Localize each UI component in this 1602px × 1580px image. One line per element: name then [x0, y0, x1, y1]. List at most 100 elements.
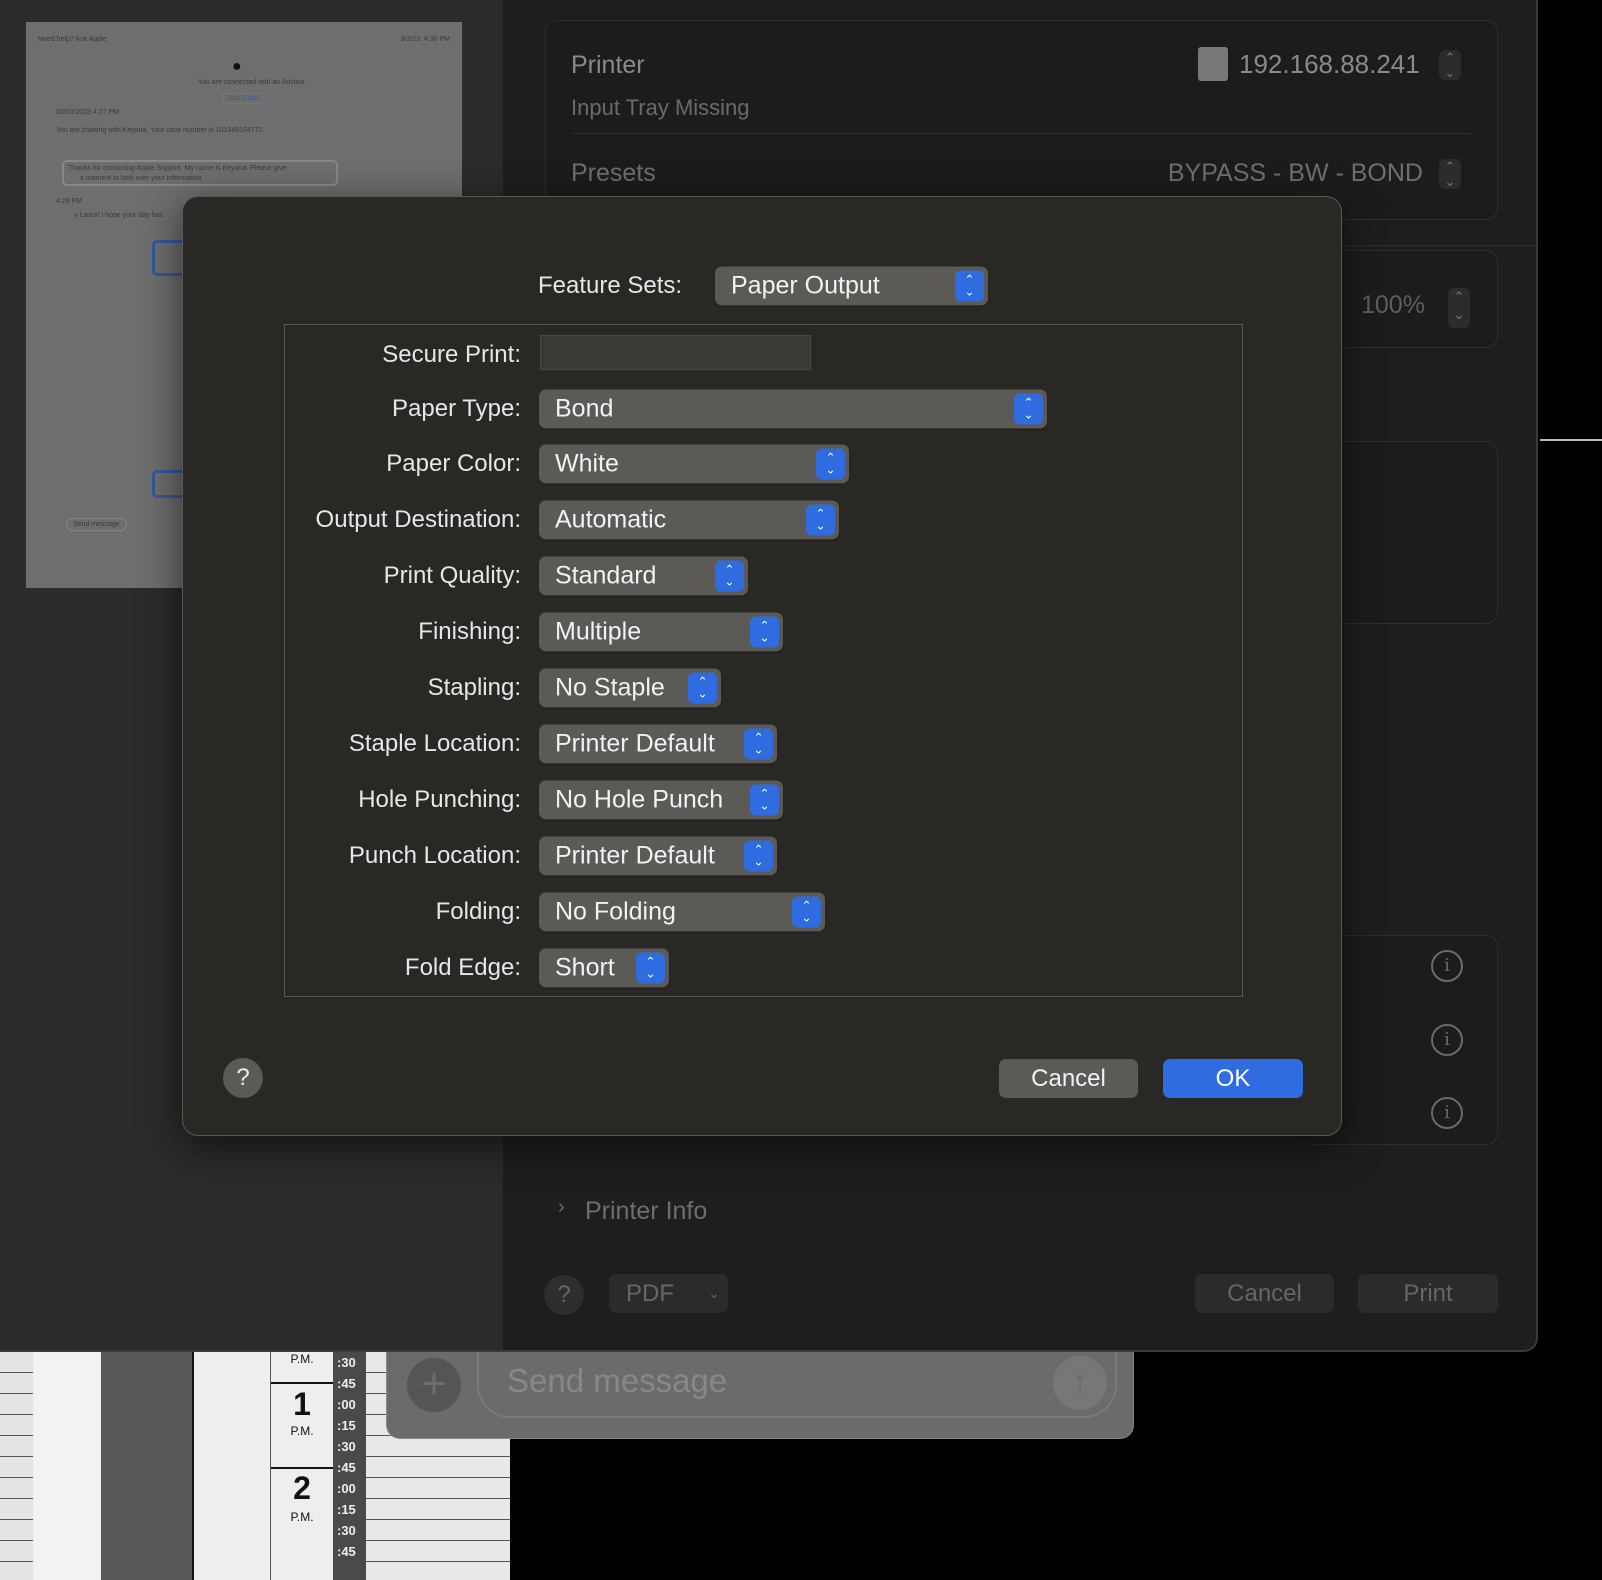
- chevron-updown-icon: ⌃ ⌄: [750, 616, 779, 648]
- print-quality-label: Print Quality:: [383, 562, 521, 589]
- chevron-updown-icon: ⌃ ⌄: [816, 448, 845, 480]
- pdf-label: PDF: [626, 1280, 674, 1307]
- info-icon[interactable]: i: [1431, 950, 1463, 982]
- dialog-help-button[interactable]: ?: [223, 1058, 263, 1098]
- apple-logo-icon: ●: [232, 58, 242, 75]
- preview-text: You are connected with an Advisor: [198, 79, 306, 86]
- fold-edge-select[interactable]: Short ⌃ ⌄: [539, 948, 669, 988]
- print-quality-select[interactable]: Standard ⌃ ⌄: [539, 556, 748, 596]
- hour-label: P.M.: [290, 1510, 314, 1524]
- send-arrow-icon[interactable]: ↑: [1053, 1356, 1107, 1410]
- presets-chevron-icon[interactable]: ⌃ ⌄: [1439, 159, 1461, 189]
- chevron-updown-icon: ⌃ ⌄: [744, 728, 773, 760]
- staple-location-label: Staple Location:: [348, 730, 521, 757]
- send-message-placeholder: Send message: [507, 1362, 728, 1399]
- printer-box: Printer Input Tray Missing 192.168.88.24…: [545, 20, 1498, 220]
- hour-label: 1: [293, 1386, 311, 1422]
- punch-location-value: Printer Default: [555, 841, 715, 870]
- preview-text: Send message: [66, 518, 127, 531]
- chevron-updown-icon: ⌃ ⌄: [1014, 393, 1043, 425]
- preview-text: You are chatting with Keyana. Your case …: [56, 127, 265, 134]
- feature-sets-select[interactable]: Paper Output ⌃ ⌄: [715, 266, 988, 306]
- hour-label: 2: [293, 1470, 311, 1506]
- print-cancel-button[interactable]: Cancel: [1195, 1274, 1334, 1313]
- finishing-select[interactable]: Multiple ⌃ ⌄: [539, 612, 783, 652]
- output-destination-label: Output Destination:: [315, 506, 521, 533]
- hour-column: P.M. 1 P.M. 2 P.M.: [270, 1352, 333, 1580]
- printer-select[interactable]: 192.168.88.241: [1239, 49, 1420, 80]
- help-button[interactable]: ?: [544, 1275, 584, 1315]
- chevron-updown-icon: ⌃ ⌄: [744, 840, 773, 872]
- hole-punching-label: Hole Punching:: [358, 786, 521, 813]
- labels-col: Secure Print: Paper Type: Paper Color: O…: [183, 197, 521, 1137]
- chevron-down-icon: ⌄: [708, 1285, 720, 1301]
- staple-location-select[interactable]: Printer Default ⌃ ⌄: [539, 724, 777, 764]
- printer-info-toggle[interactable]: Printer Info: [585, 1197, 707, 1226]
- secure-print-label: Secure Print:: [382, 341, 521, 368]
- presets-select[interactable]: BYPASS - BW - BOND: [1168, 159, 1423, 188]
- fold-edge-value: Short: [555, 953, 615, 982]
- secure-print-input[interactable]: [540, 335, 811, 370]
- paper-type-value: Bond: [555, 394, 614, 423]
- chevron-updown-icon: ⌃ ⌄: [750, 784, 779, 816]
- paper-type-select[interactable]: Bond ⌃ ⌄: [539, 389, 1047, 429]
- punch-location-select[interactable]: Printer Default ⌃ ⌄: [539, 836, 777, 876]
- info-icon[interactable]: i: [1431, 1024, 1463, 1056]
- finishing-label: Finishing:: [418, 618, 521, 645]
- chevron-updown-icon: ⌃ ⌄: [636, 952, 665, 984]
- preview-text: y Laura! I hope your day has: [74, 212, 163, 219]
- dialog-ok-button[interactable]: OK: [1163, 1059, 1303, 1098]
- feature-sets-value: Paper Output: [731, 271, 880, 300]
- chevron-updown-icon: ⌃ ⌄: [792, 896, 821, 928]
- printer-status: Input Tray Missing: [571, 95, 750, 120]
- info-icon[interactable]: i: [1431, 1097, 1463, 1129]
- staple-location-value: Printer Default: [555, 729, 715, 758]
- chevron-right-icon[interactable]: ›: [558, 1196, 565, 1219]
- preview-date: 3/3/23, 4:30 PM: [400, 36, 450, 43]
- printer-chevron-icon[interactable]: ⌃ ⌄: [1439, 50, 1461, 80]
- stapling-label: Stapling:: [427, 674, 521, 701]
- preview-text: Thanks for contacting Apple Support. My …: [68, 165, 287, 172]
- pdf-menu-button[interactable]: PDF ⌄: [609, 1274, 728, 1313]
- feature-sets-label: Feature Sets:: [538, 272, 683, 299]
- hole-punching-select[interactable]: No Hole Punch ⌃ ⌄: [539, 780, 783, 820]
- print-button[interactable]: Print: [1358, 1274, 1498, 1313]
- preview-text: a moment to look over your information.: [80, 175, 204, 182]
- chevron-updown-icon: ⌃ ⌄: [955, 270, 984, 302]
- dialog-cancel-button[interactable]: Cancel: [999, 1059, 1138, 1098]
- preview-text: 03/03/2023 4:27 PM: [56, 109, 120, 116]
- printer-label: Printer: [571, 51, 645, 79]
- paper-output-dialog: Feature Sets: Paper Output ⌃ ⌄ Secure Prin…: [182, 196, 1342, 1136]
- presets-label: Presets: [571, 159, 656, 187]
- paper-color-select[interactable]: White ⌃ ⌄: [539, 444, 849, 484]
- hour-label: P.M.: [290, 1424, 314, 1438]
- print-quality-value: Standard: [555, 561, 657, 590]
- stapling-value: No Staple: [555, 673, 665, 702]
- hole-punching-value: No Hole Punch: [555, 785, 724, 814]
- folding-label: Folding:: [435, 898, 521, 925]
- scale-field[interactable]: 100%: [1361, 291, 1425, 320]
- send-message-input[interactable]: Send message ↑: [477, 1352, 1117, 1418]
- folding-select[interactable]: No Folding ⌃ ⌄: [539, 892, 825, 932]
- chevron-updown-icon: ⌃ ⌄: [806, 504, 835, 536]
- paper-color-label: Paper Color:: [386, 450, 521, 477]
- finishing-value: Multiple: [555, 617, 642, 646]
- fold-edge-label: Fold Edge:: [404, 954, 521, 981]
- paper-type-label: Paper Type:: [392, 395, 521, 422]
- chat-compose-bar: + Send message ↑: [386, 1352, 1134, 1439]
- output-destination-select[interactable]: Automatic ⌃ ⌄: [539, 500, 839, 540]
- chevron-updown-icon: ⌃ ⌄: [715, 560, 744, 592]
- minute-column: :30:45:00:15:30:45:00:15:30:45: [333, 1352, 366, 1580]
- scale-stepper[interactable]: ⌃ ⌄: [1448, 288, 1470, 328]
- stapling-select[interactable]: No Staple ⌃ ⌄: [539, 668, 721, 708]
- hour-label: P.M.: [290, 1352, 314, 1366]
- preview-text: 4:28 PM: [56, 198, 83, 205]
- preview-header: Need help? Ask Apple: [38, 36, 107, 43]
- punch-location-label: Punch Location:: [348, 842, 521, 869]
- add-attachment-button[interactable]: +: [407, 1358, 461, 1412]
- preview-end-chat: End Chat: [222, 93, 264, 104]
- folding-value: No Folding: [555, 897, 676, 926]
- chevron-updown-icon: ⌃ ⌄: [688, 672, 717, 704]
- output-destination-value: Automatic: [555, 505, 667, 534]
- printer-icon: [1198, 47, 1228, 81]
